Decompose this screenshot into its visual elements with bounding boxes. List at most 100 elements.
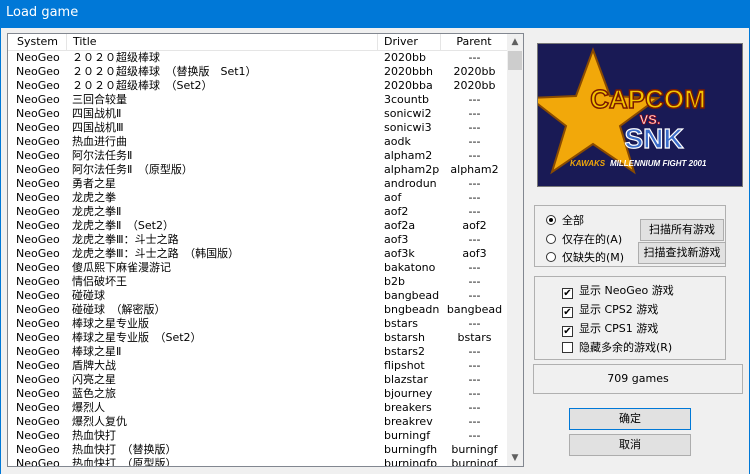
options-group: ✔ 显示 NeoGeo 游戏 ✔ 显示 CPS2 游戏 ✔ 显示 CPS1 游戏 隐藏…	[534, 276, 726, 360]
cell-parent: ---	[468, 177, 481, 190]
check-cps1[interactable]: ✔ 显示 CPS1 游戏	[562, 321, 658, 337]
scan-new-button[interactable]: 扫描查找新游戏	[638, 242, 726, 264]
table-row[interactable]: NeoGeo 阿尔法任务Ⅱ （原型版） alpham2p alpham2	[8, 163, 508, 177]
table-row[interactable]: NeoGeo 龙虎之拳Ⅲ：斗士之路 （韩国版） aof3k aof3	[8, 247, 508, 261]
radio-all[interactable]: 全部	[546, 213, 584, 229]
cell-title: 热血进行曲	[72, 135, 127, 148]
cell-driver: 3countb	[384, 93, 430, 106]
table-row[interactable]: NeoGeo 热血进行曲 aodk ---	[8, 135, 508, 149]
cell-driver: bstars2	[384, 345, 426, 358]
check-cps2[interactable]: ✔ 显示 CPS2 游戏	[562, 302, 658, 318]
table-row[interactable]: NeoGeo 三回合较量 3countb ---	[8, 93, 508, 107]
logo-subtitle-prefix: KAWAKS	[570, 159, 606, 168]
table-row[interactable]: NeoGeo 闪亮之星 blazstar ---	[8, 373, 508, 387]
column-header-parent[interactable]: Parent	[441, 34, 508, 50]
column-header-driver[interactable]: Driver	[378, 34, 441, 50]
list-rows: NeoGeo ２０２０超级棒球 2020bb --- NeoGeo ２０２０超级棒球 （替…	[8, 51, 508, 467]
cell-driver: sonicwi2	[384, 107, 432, 120]
table-row[interactable]: NeoGeo 盾牌大战 flipshot ---	[8, 359, 508, 373]
scroll-down-button[interactable]: ▼	[507, 450, 523, 466]
cell-title: 闪亮之星	[72, 373, 116, 386]
table-row[interactable]: NeoGeo 爆烈人复仇 breakrev ---	[8, 415, 508, 429]
cell-system: NeoGeo	[16, 121, 60, 134]
cancel-button[interactable]: 取消	[569, 434, 691, 456]
cell-driver: breakers	[384, 401, 432, 414]
cell-driver: aof	[384, 191, 402, 204]
cell-system: NeoGeo	[16, 191, 60, 204]
column-header-title[interactable]: Title	[67, 34, 378, 50]
table-row[interactable]: NeoGeo 勇者之星 androdun ---	[8, 177, 508, 191]
cell-driver: flipshot	[384, 359, 425, 372]
cell-title: 傻瓜熙下麻雀漫游记	[72, 261, 171, 274]
scroll-thumb[interactable]	[508, 51, 522, 70]
table-row[interactable]: NeoGeo 棒球之星专业版 bstars ---	[8, 317, 508, 331]
cell-title: ２０２０超级棒球 （Set2）	[72, 79, 213, 92]
cell-parent: ---	[468, 107, 481, 120]
cell-system: NeoGeo	[16, 163, 60, 176]
scan-all-button[interactable]: 扫描所有游戏	[640, 219, 724, 241]
capcom-vs-snk-logo: CAPCOM VS. SNK KAWAKS MILLENNIUM FIGHT 2…	[538, 44, 742, 186]
radio-existing[interactable]: 仅存在的(A)	[546, 232, 622, 248]
table-row[interactable]: NeoGeo 热血快打 （原型版） burningfp burningf	[8, 457, 508, 467]
cell-driver: burningf	[384, 429, 431, 442]
cell-parent: burningf	[451, 457, 498, 467]
table-row[interactable]: NeoGeo 龙虎之拳 aof ---	[8, 191, 508, 205]
table-row[interactable]: NeoGeo 碰碰球 bangbead ---	[8, 289, 508, 303]
logo-brand1: CAPCOM	[590, 84, 706, 114]
table-row[interactable]: NeoGeo 热血快打 （替换版） burningfh burningf	[8, 443, 508, 457]
cell-system: NeoGeo	[16, 331, 60, 344]
table-row[interactable]: NeoGeo 龙虎之拳Ⅱ aof2 ---	[8, 205, 508, 219]
table-row[interactable]: NeoGeo 爆烈人 breakers ---	[8, 401, 508, 415]
cell-parent: ---	[468, 415, 481, 428]
cell-parent: ---	[468, 289, 481, 302]
check-hide-extra[interactable]: 隐藏多余的游戏(R)	[562, 340, 672, 356]
check-neogeo-box[interactable]: ✔	[562, 288, 573, 299]
table-row[interactable]: NeoGeo 棒球之星专业版 （Set2） bstarsh bstars	[8, 331, 508, 345]
check-hide-extra-box[interactable]	[562, 342, 573, 353]
table-row[interactable]: NeoGeo 碰碰球 （解密版） bngbeadn bangbead	[8, 303, 508, 317]
check-neogeo-label: 显示 NeoGeo 游戏	[579, 284, 674, 297]
cell-system: NeoGeo	[16, 415, 60, 428]
table-row[interactable]: NeoGeo 傻瓜熙下麻雀漫游记 bakatono ---	[8, 261, 508, 275]
vertical-scrollbar[interactable]: ▲ ▼	[507, 34, 523, 466]
table-row[interactable]: NeoGeo 四国战机Ⅲ sonicwi3 ---	[8, 121, 508, 135]
cell-title: 热血快打 （替换版）	[72, 443, 177, 456]
column-header-system[interactable]: System	[8, 34, 67, 50]
chevron-down-icon: ▼	[511, 453, 519, 463]
table-row[interactable]: NeoGeo 蓝色之旅 bjourney ---	[8, 387, 508, 401]
scroll-up-button[interactable]: ▲	[507, 34, 523, 50]
check-neogeo[interactable]: ✔ 显示 NeoGeo 游戏	[562, 283, 674, 299]
ok-button[interactable]: 确定	[569, 408, 691, 430]
cell-driver: alpham2	[384, 149, 433, 162]
table-row[interactable]: NeoGeo ２０２０超级棒球 2020bb ---	[8, 51, 508, 65]
radio-all-dot[interactable]	[546, 215, 556, 225]
cell-driver: aodk	[384, 135, 411, 148]
table-row[interactable]: NeoGeo 龙虎之拳Ⅲ：斗士之路 aof3 ---	[8, 233, 508, 247]
table-row[interactable]: NeoGeo 情侣破坏王 b2b ---	[8, 275, 508, 289]
cell-title: 龙虎之拳Ⅱ （Set2）	[72, 219, 174, 232]
table-row[interactable]: NeoGeo 热血快打 burningf ---	[8, 429, 508, 443]
cell-driver: 2020bb	[384, 51, 426, 64]
cell-driver: bjourney	[384, 387, 433, 400]
check-hide-extra-label: 隐藏多余的游戏(R)	[579, 341, 673, 354]
radio-existing-dot[interactable]	[546, 234, 556, 244]
cell-title: 碰碰球 （解密版）	[72, 303, 166, 316]
table-row[interactable]: NeoGeo 阿尔法任务Ⅱ alpham2 ---	[8, 149, 508, 163]
cell-system: NeoGeo	[16, 275, 60, 288]
table-row[interactable]: NeoGeo ２０２０超级棒球 （替换版 Set1） 2020bbh 2020bb	[8, 65, 508, 79]
table-row[interactable]: NeoGeo 四国战机Ⅱ sonicwi2 ---	[8, 107, 508, 121]
cell-system: NeoGeo	[16, 177, 60, 190]
game-list[interactable]: System Title Driver Parent NeoGeo ２０２０超级棒…	[7, 33, 524, 467]
radio-missing[interactable]: 仅缺失的(M)	[546, 250, 624, 266]
table-row[interactable]: NeoGeo 龙虎之拳Ⅱ （Set2） aof2a aof2	[8, 219, 508, 233]
table-row[interactable]: NeoGeo 棒球之星Ⅱ bstars2 ---	[8, 345, 508, 359]
table-row[interactable]: NeoGeo ２０２０超级棒球 （Set2） 2020bba 2020bb	[8, 79, 508, 93]
radio-missing-dot[interactable]	[546, 252, 556, 262]
cell-driver: b2b	[384, 275, 405, 288]
window-title: Load game	[6, 5, 79, 20]
check-cps2-box[interactable]: ✔	[562, 307, 573, 318]
radio-all-label: 全部	[562, 214, 584, 227]
check-cps1-box[interactable]: ✔	[562, 326, 573, 337]
cell-title: 热血快打	[72, 429, 116, 442]
cell-parent: ---	[468, 317, 481, 330]
